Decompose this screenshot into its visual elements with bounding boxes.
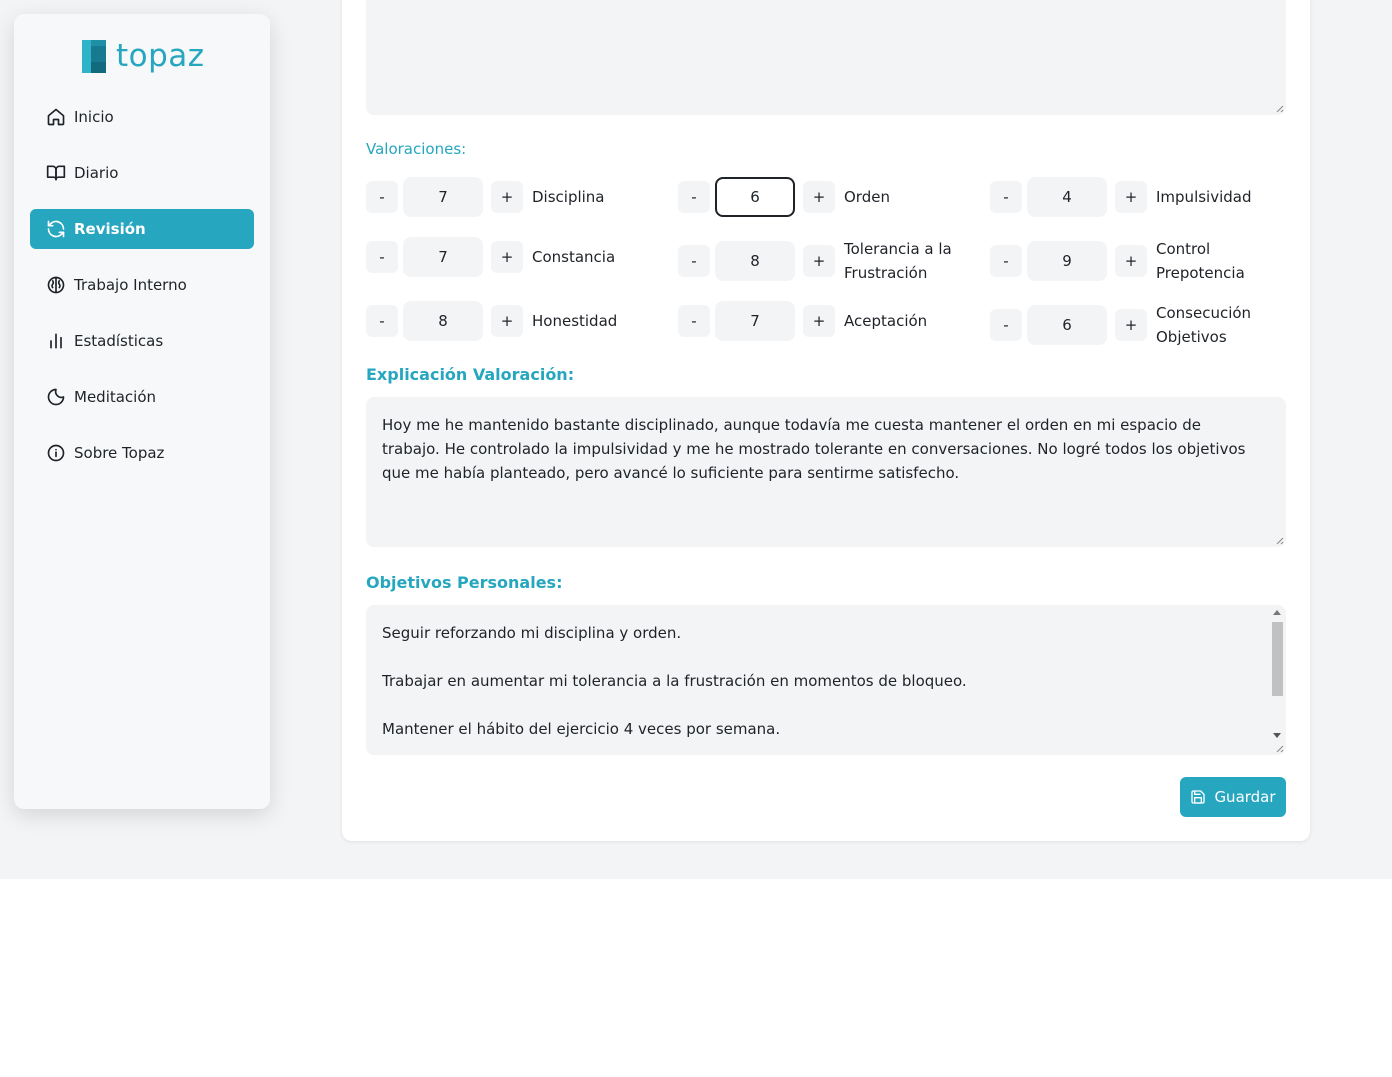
increment-button[interactable]: + [803,181,835,213]
decrement-button[interactable]: - [678,305,710,337]
objective-line: Seguir reforzando mi disciplina y orden. [382,624,682,642]
rating-value-field[interactable]: 8 [403,301,483,341]
decrement-button[interactable]: - [366,181,398,213]
sidebar: topaz Inicio Diario Revisión Trabajo Int… [14,14,270,809]
rating-label: Honestidad [532,312,618,330]
save-button-label: Guardar [1214,788,1276,806]
info-icon [46,443,66,463]
book-icon [46,163,66,183]
ratings-label: Valoraciones: [366,140,467,158]
rating-consecucion-objetivos: - 6 + Consecución Objetivos [990,301,1276,349]
rating-orden: - 6 + Orden [678,177,964,217]
rating-value-field[interactable]: 7 [403,237,483,277]
save-button[interactable]: Guardar [1180,777,1286,817]
increment-button[interactable]: + [803,305,835,337]
rating-value-field[interactable]: 9 [1027,241,1107,281]
decrement-button[interactable]: - [366,241,398,273]
sidebar-item-label: Diario [74,164,119,182]
home-icon [46,107,66,127]
sidebar-item-trabajo-interno[interactable]: Trabajo Interno [30,265,254,305]
sidebar-item-meditacion[interactable]: Meditación [30,377,254,417]
refresh-icon [46,219,66,239]
rating-value-field[interactable]: 4 [1027,177,1107,217]
moon-icon [46,387,66,407]
objective-line: Trabajar en aumentar mi tolerancia a la … [382,672,967,690]
rating-value-field[interactable]: 7 [715,301,795,341]
objectives-text: Seguir reforzando mi disciplina y orden.… [382,621,1256,741]
rating-honestidad: - 8 + Honestidad [366,301,652,341]
decrement-button[interactable]: - [366,305,398,337]
objectives-textarea[interactable]: Seguir reforzando mi disciplina y orden.… [366,605,1286,755]
rating-constancia: - 7 + Constancia [366,237,652,277]
rating-value-field[interactable]: 8 [715,241,795,281]
sidebar-item-diario[interactable]: Diario [30,153,254,193]
rating-impulsividad: - 4 + Impulsividad [990,177,1276,217]
sidebar-item-label: Inicio [74,108,114,126]
resize-handle-icon[interactable] [1274,743,1284,753]
save-icon [1191,790,1206,804]
decrement-button[interactable]: - [990,309,1022,341]
brain-icon [46,275,66,295]
scroll-up-arrow-icon[interactable] [1273,610,1281,615]
sidebar-item-label: Sobre Topaz [74,444,165,462]
objective-line: Mantener el hábito del ejercicio 4 veces… [382,720,781,738]
rating-label: Aceptación [844,312,928,330]
increment-button[interactable]: + [491,181,523,213]
bar-chart-icon [46,331,66,351]
resize-handle-icon[interactable] [1274,103,1284,113]
objectives-title: Objetivos Personales: [366,573,563,592]
increment-button[interactable]: + [803,245,835,277]
explanation-title: Explicación Valoración: [366,365,575,384]
sidebar-item-revision[interactable]: Revisión [30,209,254,249]
rating-tolerancia: - 8 + Tolerancia a la Frustración [678,237,964,285]
rating-label: Consecución Objetivos [1156,304,1252,346]
decrement-button[interactable]: - [990,245,1022,277]
decrement-button[interactable]: - [678,245,710,277]
sidebar-item-label: Revisión [74,220,146,238]
rating-disciplina: - 7 + Disciplina [366,177,652,217]
decrement-button[interactable]: - [990,181,1022,213]
rating-label: Constancia [532,248,616,266]
rating-aceptacion: - 7 + Aceptación [678,301,964,341]
rating-control-prepotencia: - 9 + Control Prepotencia [990,237,1276,285]
scroll-down-arrow-icon[interactable] [1273,733,1281,738]
previous-textarea[interactable] [366,0,1286,115]
sidebar-item-estadisticas[interactable]: Estadísticas [30,321,254,361]
sidebar-item-label: Meditación [74,388,157,406]
rating-label: Tolerancia a la Frustración [844,240,952,282]
rating-value-field[interactable]: 6 [715,177,795,217]
sidebar-item-label: Estadísticas [74,332,164,350]
rating-label: Disciplina [532,188,605,206]
sidebar-item-label: Trabajo Interno [74,276,187,294]
sidebar-nav: Inicio Diario Revisión Trabajo Interno E… [30,97,254,489]
increment-button[interactable]: + [1115,309,1147,341]
sidebar-item-inicio[interactable]: Inicio [30,97,254,137]
explanation-textarea[interactable]: Hoy me he mantenido bastante disciplinad… [366,397,1286,547]
scrollbar-thumb[interactable] [1272,622,1283,696]
topaz-logo-icon [82,39,106,73]
rating-label: Orden [844,188,890,206]
rating-value-field[interactable]: 6 [1027,305,1107,345]
app-logo[interactable]: topaz [82,38,205,74]
increment-button[interactable]: + [1115,245,1147,277]
decrement-button[interactable]: - [678,181,710,213]
increment-button[interactable]: + [1115,181,1147,213]
explanation-text: Hoy me he mantenido bastante disciplinad… [382,416,1246,482]
rating-label: Impulsividad [1156,188,1252,206]
increment-button[interactable]: + [491,305,523,337]
app-name: topaz [116,38,205,74]
rating-value-field[interactable]: 7 [403,177,483,217]
rating-label: Control Prepotencia [1156,240,1245,282]
increment-button[interactable]: + [491,241,523,273]
sidebar-item-sobre-topaz[interactable]: Sobre Topaz [30,433,254,473]
resize-handle-icon[interactable] [1274,535,1284,545]
objectives-scrollbar[interactable] [1270,607,1284,741]
